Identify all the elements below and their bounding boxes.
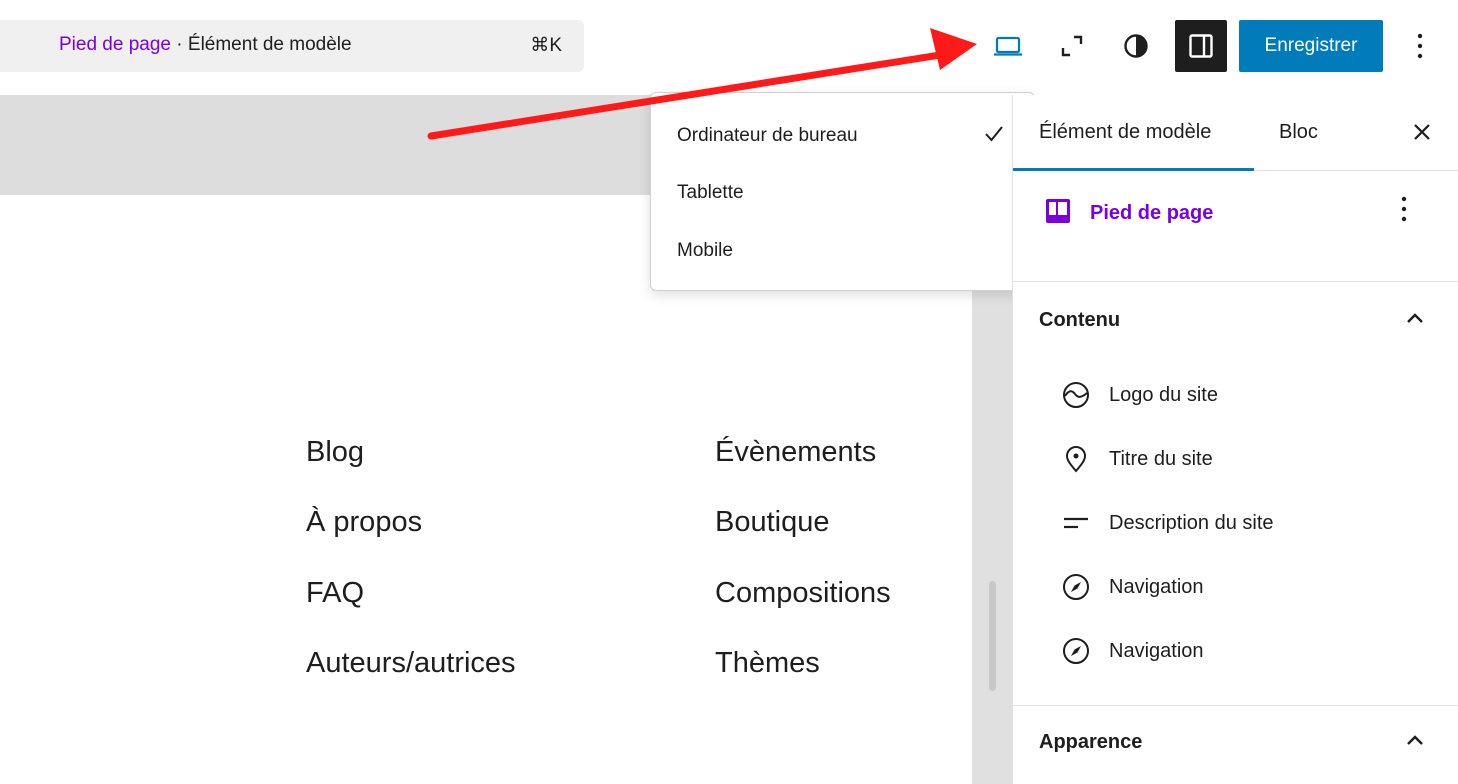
editor-header: Pied de page · Élément de modèle ⌘K Enre…: [0, 0, 1458, 94]
tab-template-part[interactable]: Élément de modèle: [1039, 121, 1211, 144]
active-tab-indicator: [1013, 168, 1254, 171]
compass-icon: [1061, 636, 1091, 666]
footer-link[interactable]: Thèmes: [715, 647, 820, 680]
menu-item-desktop[interactable]: Ordinateur de bureau: [651, 107, 1034, 163]
footer-template-icon: [1046, 199, 1070, 223]
breadcrumb-separator: ·: [171, 34, 188, 55]
footer-link[interactable]: Blog: [306, 436, 364, 469]
footer-link[interactable]: À propos: [306, 506, 422, 539]
appearance-section-toggle[interactable]: Apparence: [1013, 715, 1458, 771]
template-name: Pied de page: [59, 34, 171, 55]
content-item-site-title[interactable]: Titre du site: [1061, 437, 1441, 481]
menu-item-label: Mobile: [677, 240, 733, 261]
footer-link[interactable]: FAQ: [306, 577, 364, 610]
menu-item-label: Ordinateur de bureau: [677, 125, 858, 146]
more-vertical-icon[interactable]: [1401, 196, 1407, 222]
keyboard-shortcut: ⌘K: [530, 35, 562, 56]
close-icon: [1414, 124, 1430, 140]
chevron-up-icon: [1407, 735, 1423, 745]
content-item-navigation[interactable]: Navigation: [1061, 565, 1441, 609]
footer-link[interactable]: Boutique: [715, 506, 830, 539]
sidebar-tabs: Élément de modèle Bloc: [1013, 95, 1458, 171]
content-section-toggle[interactable]: Contenu: [1013, 293, 1458, 349]
section-title: Contenu: [1039, 309, 1121, 331]
content-item-site-description[interactable]: Description du site: [1061, 501, 1441, 545]
footer-link[interactable]: Auteurs/autrices: [306, 647, 516, 680]
footer-link[interactable]: Évènements: [715, 436, 876, 469]
close-sidebar-button[interactable]: [1407, 117, 1437, 147]
template-type: Élément de modèle: [187, 34, 352, 55]
settings-sidebar: Élément de modèle Bloc Pied de page Cont…: [1012, 95, 1458, 784]
site-logo-icon: [1061, 380, 1091, 410]
menu-item-label: Tablette: [677, 182, 744, 203]
content-item-navigation[interactable]: Navigation: [1061, 629, 1441, 673]
zoom-out-button[interactable]: [1046, 20, 1098, 72]
device-preview-menu: Ordinateur de bureau Tablette Mobile: [650, 92, 1035, 291]
more-vertical-icon: [1417, 33, 1423, 59]
template-part-title: Pied de page: [1090, 202, 1214, 224]
menu-item-tablet[interactable]: Tablette: [651, 164, 1034, 220]
laptop-icon: [994, 36, 1022, 56]
content-item-label: Description du site: [1109, 512, 1274, 534]
sidebar-toggle-icon: [1189, 34, 1213, 58]
description-icon: [1061, 508, 1091, 538]
section-divider: [1013, 705, 1458, 706]
content-item-label: Logo du site: [1109, 384, 1218, 406]
styles-button[interactable]: [1110, 20, 1162, 72]
options-menu-button[interactable]: [1394, 20, 1446, 72]
content-item-label: Titre du site: [1109, 448, 1213, 470]
save-button[interactable]: Enregistrer: [1239, 20, 1383, 72]
device-preview-button[interactable]: [982, 20, 1034, 72]
content-item-label: Navigation: [1109, 576, 1204, 598]
template-part-card: Pied de page: [1013, 172, 1458, 282]
content-item-label: Navigation: [1109, 640, 1204, 662]
menu-item-mobile[interactable]: Mobile: [651, 222, 1034, 278]
checkmark-icon: [985, 126, 1003, 142]
footer-link[interactable]: Compositions: [715, 577, 891, 610]
section-title: Apparence: [1039, 731, 1143, 753]
tab-block[interactable]: Bloc: [1279, 121, 1318, 144]
map-marker-icon: [1061, 444, 1091, 474]
document-breadcrumb: Pied de page · Élément de modèle: [59, 34, 352, 56]
compass-icon: [1061, 572, 1091, 602]
contrast-icon: [1124, 34, 1148, 58]
fullscreen-icon: [1061, 35, 1083, 57]
content-item-site-logo[interactable]: Logo du site: [1061, 373, 1441, 417]
canvas-scrollbar[interactable]: [989, 581, 996, 691]
chevron-up-icon: [1407, 313, 1423, 323]
settings-toggle-button[interactable]: [1175, 20, 1227, 72]
command-palette-bar[interactable]: Pied de page · Élément de modèle ⌘K: [0, 20, 584, 72]
